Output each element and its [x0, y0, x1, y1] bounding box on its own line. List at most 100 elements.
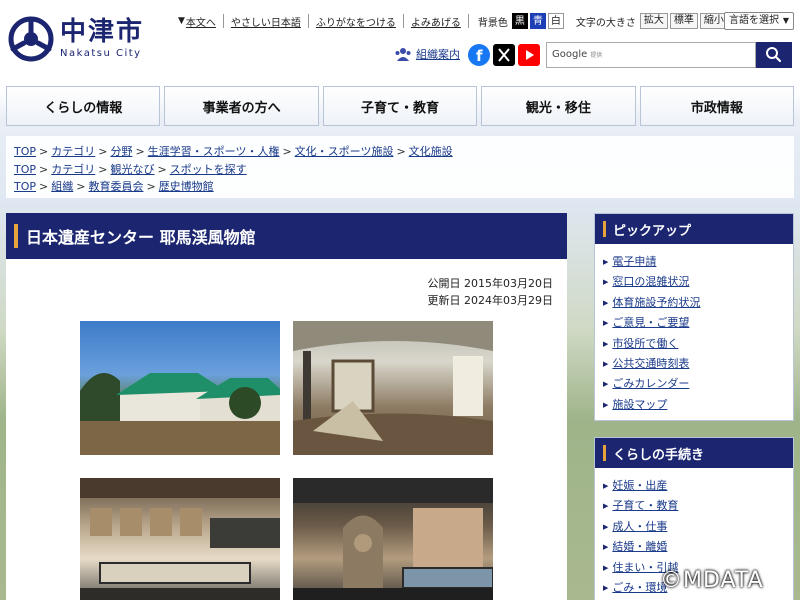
- list-item: ▶ 市役所で働く: [603, 334, 793, 354]
- triangle-right-icon: ▶: [603, 563, 609, 572]
- list-item: ▶ 妊娠・出産: [603, 476, 793, 496]
- read-aloud-link[interactable]: よみあげる: [411, 14, 461, 29]
- language-select[interactable]: 言語を選択 ▼: [724, 12, 794, 30]
- pickup-link[interactable]: 市役所で働く: [612, 334, 678, 354]
- breadcrumb-link[interactable]: TOP: [14, 145, 36, 158]
- search-input[interactable]: [617, 45, 747, 65]
- pickup-link[interactable]: 施設マップ: [612, 395, 667, 415]
- copyright-watermark: ©MDATA: [660, 568, 764, 593]
- page-dates: 公開日 2015年03月20日 更新日 2024年03月29日: [428, 275, 554, 309]
- breadcrumb-row: TOP > カテゴリ > 観光なび > スポットを探す: [14, 161, 786, 179]
- breadcrumb-separator: >: [39, 162, 49, 176]
- pickup-link[interactable]: 電子申請: [612, 252, 656, 272]
- google-brand-sub: 提供: [590, 52, 603, 59]
- breadcrumb-link[interactable]: 文化・スポーツ施設: [295, 145, 394, 158]
- triangle-right-icon: ▶: [603, 360, 609, 369]
- triangle-right-icon: ▶: [603, 319, 609, 328]
- breadcrumb-separator: >: [396, 145, 406, 158]
- triangle-down-icon: ▼: [178, 16, 185, 26]
- utility-bar: ▼ 本文へ やさしい日本語 ふりがなをつける よみあげる 背景色 黒 青 白 文…: [178, 12, 730, 30]
- search-button[interactable]: [756, 42, 792, 68]
- breadcrumb-link[interactable]: スポットを探す: [170, 163, 247, 176]
- triangle-right-icon: ▶: [603, 258, 609, 266]
- breadcrumb-separator: >: [98, 162, 108, 176]
- triangle-right-icon: ▶: [603, 339, 609, 348]
- main-content: 日本遺産センター 耶馬渓風物館 公開日 2015年03月20日 更新日 2024…: [6, 213, 567, 600]
- list-item: ▶ 成人・仕事: [603, 517, 793, 537]
- list-item: ▶ 子育て・教育: [603, 496, 793, 516]
- procedure-link[interactable]: 成人・仕事: [612, 517, 667, 537]
- list-item: ▶ 公共交通時刻表: [603, 354, 793, 374]
- nav-childcare-education[interactable]: 子育て・教育: [322, 86, 478, 126]
- google-brand: Google 提供: [552, 49, 602, 60]
- procedures-heading: くらしの手続き: [595, 438, 793, 468]
- triangle-right-icon: ▶: [603, 543, 609, 552]
- x-twitter-icon[interactable]: [493, 44, 515, 66]
- pickup-panel: ピックアップ ▶ 電子申請 ▶ 窓口の混雑状況 ▶ 体育施設予約状況 ▶ ご意見・ご要望…: [594, 213, 794, 421]
- list-item: ▶ 結婚・離婚: [603, 537, 793, 557]
- breadcrumb-link[interactable]: 歴史博物館: [159, 180, 214, 193]
- bg-black-button[interactable]: 黒: [511, 13, 528, 29]
- procedure-link[interactable]: 子育て・教育: [612, 496, 678, 516]
- triangle-right-icon: ▶: [603, 522, 609, 531]
- breadcrumb-link[interactable]: 文化施設: [409, 145, 453, 158]
- triangle-right-icon: ▶: [603, 400, 609, 409]
- breadcrumb-link[interactable]: 教育委員会: [88, 180, 143, 193]
- breadcrumb-link[interactable]: 観光なび: [110, 163, 154, 176]
- breadcrumb-link[interactable]: カテゴリ: [51, 145, 95, 158]
- breadcrumb-link[interactable]: TOP: [14, 180, 36, 193]
- nav-tourism-migration[interactable]: 観光・移住: [481, 86, 636, 126]
- exhibit-display-photo: [293, 478, 493, 600]
- easy-japanese-link[interactable]: やさしい日本語: [231, 14, 301, 29]
- list-item: ▶ 体育施設予約状況: [603, 293, 793, 313]
- bg-blue-button[interactable]: 青: [529, 13, 546, 29]
- pickup-link[interactable]: ご意見・ご要望: [612, 313, 689, 333]
- pickup-link[interactable]: 体育施設予約状況: [612, 293, 700, 313]
- pickup-link[interactable]: 窓口の混雑状況: [612, 272, 689, 292]
- page-title: 日本遺産センター 耶馬渓風物館: [26, 228, 256, 247]
- updated-date: 更新日 2024年03月29日: [427, 294, 554, 307]
- pickup-list: ▶ 電子申請 ▶ 窓口の混雑状況 ▶ 体育施設予約状況 ▶ ご意見・ご要望 ▶ 市役所で働…: [595, 244, 793, 421]
- youtube-icon[interactable]: [518, 44, 540, 66]
- list-item: ▶ 窓口の混雑状況: [603, 272, 793, 292]
- skip-to-content-link[interactable]: 本文へ: [186, 14, 216, 29]
- furigana-link[interactable]: ふりがなをつける: [316, 14, 396, 29]
- procedure-link[interactable]: 結婚・離婚: [612, 537, 667, 557]
- divider: [402, 14, 404, 28]
- font-standard-button[interactable]: 標準: [669, 13, 698, 29]
- org-guide-link[interactable]: 組織案内: [416, 46, 460, 62]
- city-emblem-logo[interactable]: [8, 16, 54, 62]
- nav-city-government[interactable]: 市政情報: [639, 86, 795, 126]
- site-name[interactable]: 中津市 Nakatsu City: [60, 18, 144, 59]
- facebook-icon[interactable]: f: [468, 44, 490, 66]
- breadcrumb-link[interactable]: 生涯学習・スポーツ・人権: [148, 145, 280, 158]
- background-color-label: 背景色: [477, 17, 508, 29]
- site-name-en: Nakatsu City: [60, 48, 142, 59]
- divider: [222, 14, 224, 28]
- breadcrumb-link[interactable]: 分野: [110, 145, 132, 158]
- triangle-right-icon: ▶: [603, 584, 609, 593]
- pickup-link[interactable]: 公共交通時刻表: [612, 354, 689, 374]
- procedure-link[interactable]: 妊娠・出産: [612, 476, 667, 496]
- list-item: ▶ ご意見・ご要望: [603, 313, 793, 333]
- breadcrumb-separator: >: [98, 145, 108, 158]
- list-item: ▶ 電子申請: [603, 252, 793, 272]
- exhibit-hall-photo: [80, 478, 280, 600]
- breadcrumb-link[interactable]: TOP: [14, 163, 36, 176]
- page-title-bar: 日本遺産センター 耶馬渓風物館: [6, 213, 567, 259]
- published-date: 公開日 2015年03月20日: [427, 277, 554, 290]
- pickup-link[interactable]: ごみカレンダー: [612, 374, 689, 394]
- breadcrumb-separator: >: [76, 180, 86, 193]
- breadcrumb-row: TOP > カテゴリ > 分野 > 生涯学習・スポーツ・人権 > 文化・スポーツ施設 > 文化施設: [14, 143, 786, 161]
- language-select-label: 言語を選択: [729, 15, 779, 26]
- nav-business[interactable]: 事業者の方へ: [164, 86, 319, 126]
- breadcrumb-link[interactable]: 組織: [51, 180, 73, 193]
- font-enlarge-button[interactable]: 拡大: [639, 13, 668, 29]
- nav-living[interactable]: くらしの情報: [6, 86, 161, 126]
- list-item: ▶ ごみカレンダー: [603, 374, 793, 394]
- site-name-jp: 中津市: [60, 17, 145, 47]
- breadcrumb-link[interactable]: カテゴリ: [51, 163, 95, 176]
- triangle-right-icon: ▶: [603, 298, 609, 307]
- bg-white-button[interactable]: 白: [547, 13, 564, 29]
- global-nav: くらしの情報 事業者の方へ 子育て・教育 観光・移住 市政情報: [6, 86, 795, 126]
